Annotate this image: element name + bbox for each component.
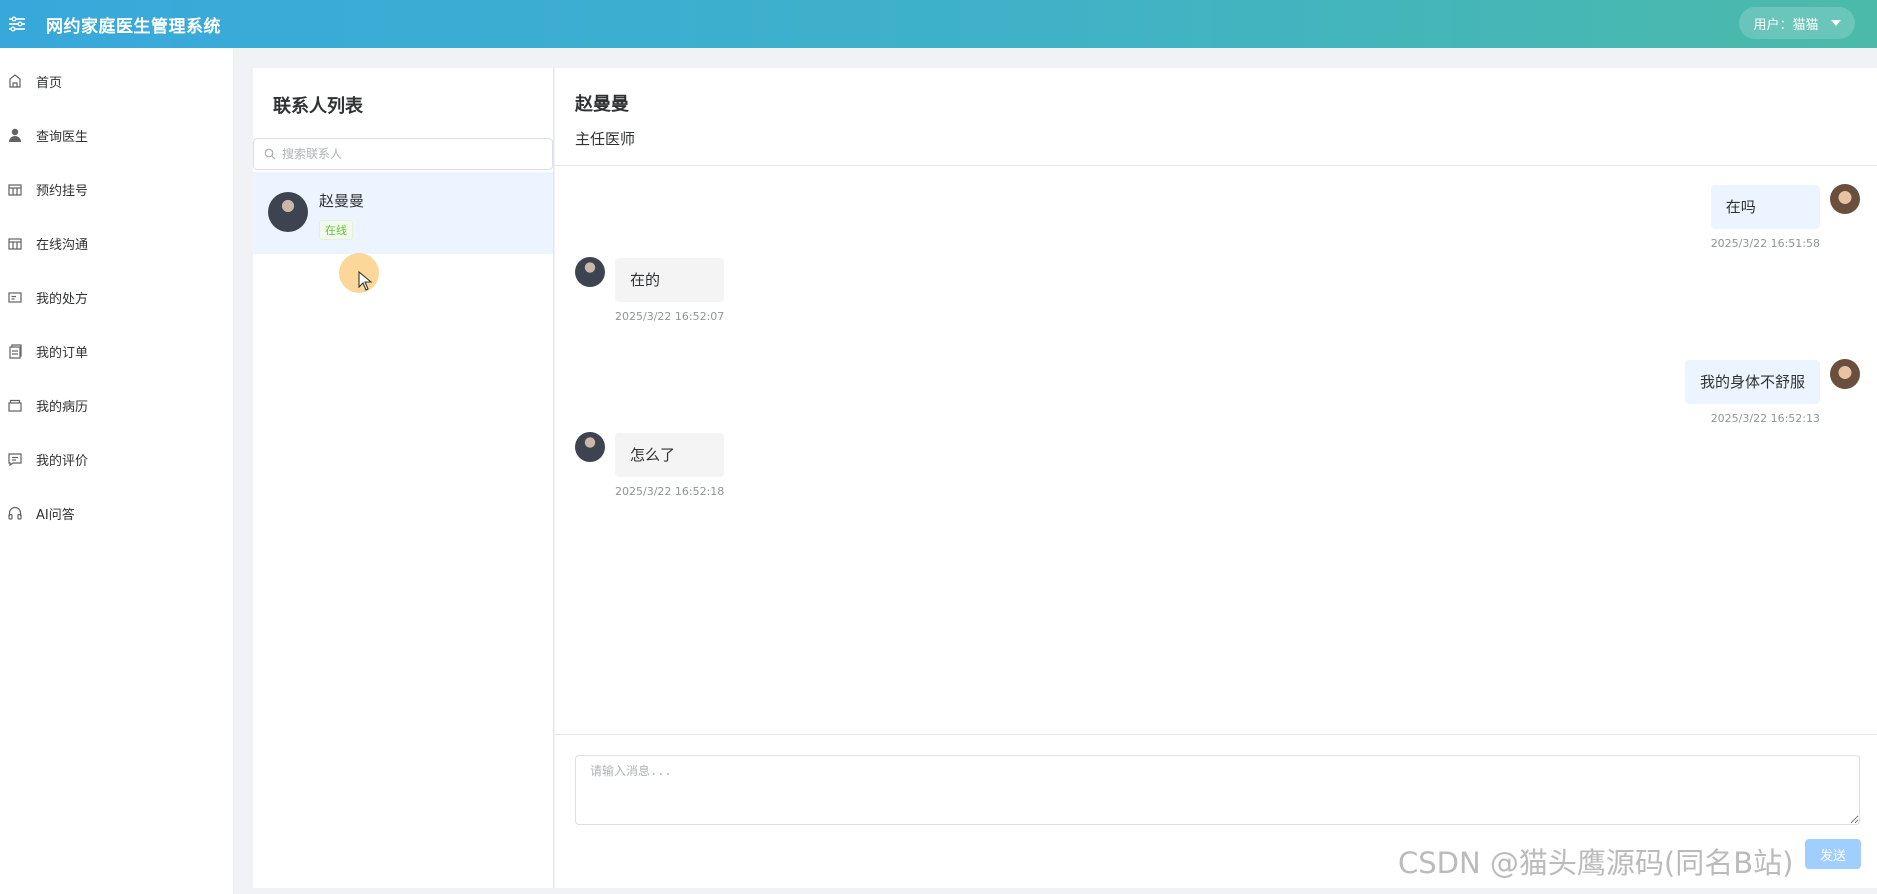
user-icon <box>6 126 24 144</box>
avatar <box>1830 359 1860 389</box>
chevron-down-icon <box>1830 20 1841 26</box>
contact-name: 赵曼曼 <box>319 192 365 210</box>
chat-header: 赵曼曼 主任医师 <box>555 68 1877 166</box>
app-title: 网约家庭医生管理系统 <box>46 16 221 37</box>
folder-icon <box>6 396 24 414</box>
message-bubble: 在吗 <box>1710 185 1820 229</box>
contacts-title: 联系人列表 <box>273 96 363 117</box>
prescription-icon <box>6 288 24 306</box>
sidebar-item-online-chat[interactable]: 在线沟通 <box>0 216 233 270</box>
top-header: 网约家庭医生管理系统 用户：猫猫 <box>0 0 1877 48</box>
chat-contact-name: 赵曼曼 <box>575 94 629 115</box>
message-bubble: 在的 <box>615 258 725 302</box>
sidebar-item-label: 预约挂号 <box>36 183 89 199</box>
avatar <box>1830 184 1860 214</box>
message-time: 2025/3/22 16:52:18 <box>615 485 725 498</box>
watermark-text: CSDN @猫头鹰源码(同名B站) <box>1398 846 1794 880</box>
contact-search[interactable] <box>253 138 553 170</box>
message-self: 我的身体不舒服 2025/3/22 16:52:13 <box>1684 360 1820 425</box>
sidebar-item-find-doctor[interactable]: 查询医生 <box>0 108 233 162</box>
contact-item[interactable]: 赵曼曼 在线 <box>253 172 553 254</box>
user-label: 用户：猫猫 <box>1753 17 1819 33</box>
sidebar-item-label: 我的处方 <box>36 291 89 307</box>
order-icon <box>6 342 24 360</box>
sidebar-item-label: 我的订单 <box>36 345 89 361</box>
sidebar-item-label: 在线沟通 <box>36 237 89 253</box>
message-bubble: 怎么了 <box>615 433 725 477</box>
message-self: 在吗 2025/3/22 16:51:58 <box>1710 185 1820 250</box>
comment-icon <box>6 450 24 468</box>
sidebar-item-ai-qa[interactable]: AI问答 <box>0 486 233 540</box>
message-time: 2025/3/22 16:51:58 <box>1710 237 1820 250</box>
sidebar: 首页 查询医生 预约挂号 在线沟通 我的处方 我的订单 我的病历 我的评价 AI… <box>0 48 233 894</box>
chat-contact-title: 主任医师 <box>575 130 636 148</box>
sidebar-item-records[interactable]: 我的病历 <box>0 378 233 432</box>
headset-icon <box>6 504 24 522</box>
message-list: 在吗 2025/3/22 16:51:58 在的 2025/3/22 16:52… <box>555 166 1877 734</box>
menu-toggle-icon[interactable] <box>2 9 32 39</box>
message-other: 在的 2025/3/22 16:52:07 <box>615 258 725 323</box>
sidebar-item-label: 我的病历 <box>36 399 89 415</box>
avatar <box>268 192 308 232</box>
search-icon <box>264 145 276 164</box>
sidebar-item-orders[interactable]: 我的订单 <box>0 324 233 378</box>
sidebar-item-label: 首页 <box>36 75 63 91</box>
message-time: 2025/3/22 16:52:13 <box>1710 412 1820 425</box>
message-input[interactable] <box>575 755 1860 825</box>
avatar <box>575 432 605 462</box>
sidebar-item-label: 我的评价 <box>36 453 89 469</box>
sidebar-item-appointment[interactable]: 预约挂号 <box>0 162 233 216</box>
sidebar-item-prescription[interactable]: 我的处方 <box>0 270 233 324</box>
chat-icon <box>6 234 24 252</box>
home-icon <box>6 72 24 90</box>
message-time: 2025/3/22 16:52:07 <box>615 310 725 323</box>
message-bubble: 我的身体不舒服 <box>1684 360 1820 404</box>
message-other: 怎么了 2025/3/22 16:52:18 <box>615 433 725 498</box>
calendar-icon <box>6 180 24 198</box>
contacts-panel: 联系人列表 赵曼曼 在线 <box>253 68 554 888</box>
search-input[interactable] <box>282 147 522 161</box>
status-badge: 在线 <box>319 220 353 240</box>
sidebar-item-label: AI问答 <box>36 507 75 523</box>
sidebar-item-home[interactable]: 首页 <box>0 54 233 108</box>
sidebar-item-reviews[interactable]: 我的评价 <box>0 432 233 486</box>
sidebar-item-label: 查询医生 <box>36 129 89 145</box>
chat-panel: 赵曼曼 主任医师 在吗 2025/3/22 16:51:58 在的 2025/3… <box>555 68 1877 888</box>
avatar <box>575 257 605 287</box>
send-button[interactable]: 发送 <box>1805 839 1861 869</box>
mouse-cursor-icon <box>358 270 373 295</box>
user-menu[interactable]: 用户：猫猫 <box>1739 7 1855 39</box>
